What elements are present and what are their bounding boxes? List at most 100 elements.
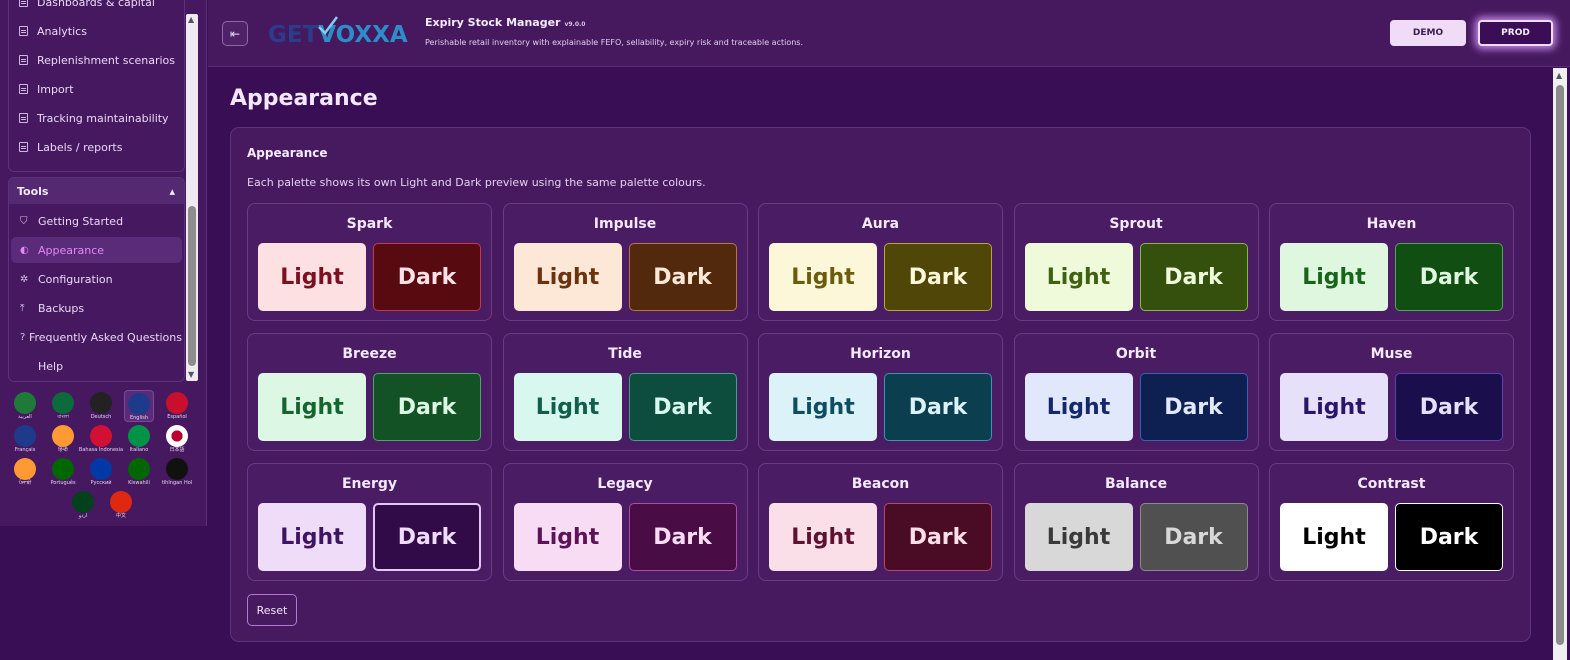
palette-light-button[interactable]: Light	[258, 373, 366, 441]
sidebar-scrollbar[interactable]: ▲ ▼	[186, 14, 198, 381]
upload-icon: ⤒	[20, 302, 25, 314]
palette-light-button[interactable]: Light	[513, 503, 622, 571]
demo-button[interactable]: DEMO	[1390, 20, 1466, 46]
sidebar-item[interactable]: Tracking maintainability	[19, 108, 169, 128]
language-option[interactable]: العربية	[10, 390, 40, 422]
palette-dark-button[interactable]: Dark	[1395, 373, 1503, 441]
palette-light-button[interactable]: Light	[1024, 243, 1133, 311]
language-option[interactable]: English	[124, 390, 154, 422]
language-option[interactable]: 中文	[106, 489, 136, 521]
palette-dark-button[interactable]: Dark	[628, 243, 737, 311]
language-label: Português	[50, 480, 76, 486]
language-option[interactable]: Español	[162, 390, 192, 422]
scroll-down-icon[interactable]: ▼	[188, 371, 194, 379]
tools-item[interactable]: Help	[11, 353, 182, 379]
tools-item[interactable]: ✲ Configuration	[11, 266, 182, 292]
palette-dark-button[interactable]: Dark	[373, 243, 481, 311]
sidebar-scroll-thumb[interactable]	[188, 206, 196, 366]
palette-light-button[interactable]: Light	[769, 373, 877, 441]
flag-icon	[166, 458, 188, 480]
tools-item[interactable]: ⛉ Getting Started	[11, 208, 182, 234]
language-option[interactable]: Русский	[86, 456, 116, 488]
language-label: Русский	[90, 480, 112, 486]
palette-light-button[interactable]: Light	[513, 243, 622, 311]
palette-light-button[interactable]: Light	[1024, 373, 1133, 441]
palette-dark-button[interactable]: Dark	[1139, 503, 1248, 571]
palette-dark-button[interactable]: Dark	[1395, 503, 1503, 571]
palette-light-button[interactable]: Light	[1280, 373, 1388, 441]
tools-item[interactable]: ? Frequently Asked Questions	[11, 324, 182, 350]
palette-name: Tide	[608, 346, 642, 362]
palette-dark-button[interactable]: Dark	[1139, 373, 1248, 441]
palette-name: Aura	[861, 216, 900, 232]
palette-light-button[interactable]: Light	[1280, 243, 1388, 311]
language-label: Italiano	[129, 447, 149, 453]
top-header: ⇤ GETVOXXA Expiry Stock Manager v9.0.0 Pe…	[208, 0, 1570, 67]
language-option[interactable]: বাংলা	[48, 390, 78, 422]
palette-dark-button[interactable]: Dark	[373, 373, 481, 441]
list-icon	[19, 142, 28, 152]
palette-name: Muse	[1370, 346, 1413, 362]
question-icon: ?	[20, 331, 26, 343]
language-option[interactable]: Português	[48, 456, 78, 488]
list-icon	[19, 84, 28, 94]
palette-card: Tide Light Dark	[502, 333, 748, 451]
palette-light-button[interactable]: Light	[769, 243, 877, 311]
sidebar-item[interactable]: Import	[19, 79, 74, 99]
palette-name: Legacy	[597, 476, 653, 492]
flag-icon	[52, 392, 74, 414]
language-option[interactable]: 日本語	[162, 423, 192, 455]
flag-icon	[110, 491, 132, 513]
language-label: हिन्दी	[58, 447, 68, 453]
palette-dark-button[interactable]: Dark	[373, 503, 481, 571]
tools-section-header[interactable]: Tools ▴	[9, 178, 184, 204]
prod-button[interactable]: PROD	[1478, 20, 1553, 46]
palette-card: Legacy Light Dark	[502, 463, 748, 581]
language-option[interactable]: Kiswahili	[124, 456, 154, 488]
sidebar-item[interactable]: Analytics	[19, 21, 87, 41]
language-option[interactable]: Italiano	[124, 423, 154, 455]
language-label: العربية	[18, 414, 32, 420]
scroll-up-icon[interactable]: ▲	[188, 16, 194, 24]
language-option[interactable]: Bahasa Indonesia	[79, 423, 123, 455]
language-label: Español	[167, 414, 187, 420]
language-option[interactable]: Deutsch	[86, 390, 116, 422]
language-option[interactable]: Français	[10, 423, 40, 455]
palette-dark-button[interactable]: Dark	[628, 503, 737, 571]
flag-icon	[128, 393, 150, 415]
palette-light-button[interactable]: Light	[769, 503, 877, 571]
scroll-up-icon[interactable]: ▲	[1556, 71, 1562, 80]
palette-card: Horizon Light Dark	[758, 333, 1003, 451]
language-option[interactable]: हिन्दी	[48, 423, 78, 455]
language-option[interactable]: ਪੰਜਾਬੀ	[10, 456, 40, 488]
palette-card: Impulse Light Dark	[502, 203, 748, 321]
language-label: 中文	[115, 513, 126, 519]
palette-light-button[interactable]: Light	[1024, 503, 1133, 571]
language-option[interactable]: tlhIngan Hol	[162, 456, 192, 488]
main-scrollbar[interactable]: ▲	[1553, 68, 1567, 660]
main-scroll-thumb[interactable]	[1556, 85, 1564, 645]
tools-item-label: Appearance	[38, 243, 105, 257]
gear-icon: ✲	[20, 273, 29, 285]
palette-dark-button[interactable]: Dark	[628, 373, 737, 441]
palette-light-button[interactable]: Light	[258, 243, 366, 311]
palette-dark-button[interactable]: Dark	[1395, 243, 1503, 311]
sidebar-item[interactable]: Labels / reports	[19, 137, 122, 157]
language-option[interactable]: اردو	[68, 489, 98, 521]
palette-light-button[interactable]: Light	[513, 373, 622, 441]
tools-item[interactable]: ⤒ Backups	[11, 295, 182, 321]
palette-light-button[interactable]: Light	[1280, 503, 1388, 571]
palette-light-button[interactable]: Light	[258, 503, 366, 571]
flag-icon	[166, 425, 188, 447]
palette-dark-button[interactable]: Dark	[1139, 243, 1248, 311]
palette-dark-button[interactable]: Dark	[884, 243, 992, 311]
sidebar-item[interactable]: Dashboards & capital	[19, 0, 155, 12]
palette-dark-button[interactable]: Dark	[884, 373, 992, 441]
chevron-up-icon: ▴	[169, 184, 175, 198]
tools-item[interactable]: ◐ Appearance	[11, 237, 182, 263]
collapse-sidebar-button[interactable]: ⇤	[222, 21, 248, 46]
sidebar-item[interactable]: Replenishment scenarios	[19, 50, 175, 70]
flag-icon	[90, 425, 112, 447]
palette-dark-button[interactable]: Dark	[884, 503, 992, 571]
reset-button[interactable]: Reset	[247, 594, 297, 626]
